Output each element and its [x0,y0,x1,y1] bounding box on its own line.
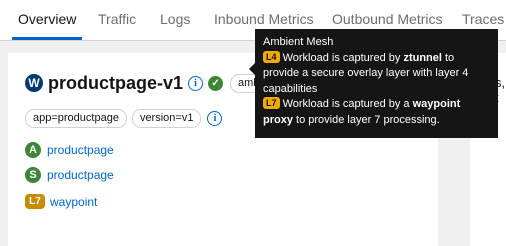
service-badge: S [25,167,41,183]
list-item: S productpage [25,167,114,183]
waypoint-link[interactable]: waypoint [50,195,97,209]
ztunnel-label: ztunnel [403,51,442,64]
l7-pre: Workload is captured by a [282,98,413,110]
workload-labels: app=productpage version=v1 i [25,109,223,128]
service-link[interactable]: productpage [47,168,114,182]
app-link[interactable]: productpage [47,143,114,157]
list-item: L7 waypoint [25,194,97,209]
tooltip-title: Ambient Mesh [263,36,334,48]
l7-post: to provide layer 7 processing. [292,113,440,126]
ambient-mesh-tooltip: Ambient Mesh L4 Workload is captured by … [249,29,498,138]
labels-info-icon[interactable]: i [207,111,223,126]
label-app[interactable]: app=productpage [25,109,127,128]
tab-traffic[interactable]: Traffic [98,0,136,39]
l7-badge: L7 [263,97,280,109]
tooltip-l4-text: L4 Workload is captured by ztunnel to pr… [263,50,490,98]
workload-name: productpage-v1 [48,72,184,93]
info-icon[interactable]: i [188,75,204,91]
list-item: A productpage [25,142,114,158]
tab-overview[interactable]: Overview [11,0,83,40]
l4-badge: L4 [263,50,280,63]
workload-badge: W [25,74,43,92]
label-version[interactable]: version=v1 [131,109,202,128]
l4-pre: Workload is captured by [282,51,404,64]
waypoint-badge: L7 [25,194,45,209]
app-badge: A [25,142,41,158]
health-check-icon[interactable]: ✓ [208,75,224,91]
workload-header: W productpage-v1 i ✓ ambient [25,72,286,94]
tab-logs[interactable]: Logs [160,0,190,39]
tooltip-l7-text: L7 Workload is captured by a waypoint pr… [263,97,490,128]
